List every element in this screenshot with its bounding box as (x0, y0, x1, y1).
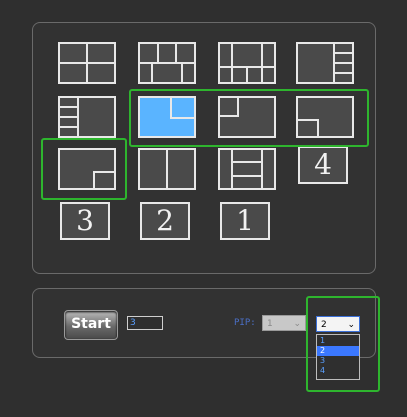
start-button[interactable]: Start (64, 310, 118, 340)
layout-number-tile-3[interactable]: 3 (60, 202, 110, 240)
sub-window-options-list: 1 2 3 4 (316, 334, 360, 380)
chevron-down-icon: ⌄ (293, 319, 301, 329)
dropdown-option[interactable]: 3 (317, 356, 359, 366)
pip-select[interactable]: 1 ⌄ (262, 315, 306, 331)
layout-split-vertical-tile[interactable] (138, 148, 196, 190)
layout-number-tile-4[interactable]: 4 (298, 146, 348, 184)
layout-pip-top-left-tile[interactable] (218, 96, 276, 138)
chevron-down-icon: ⌄ (347, 320, 355, 330)
layout-number-tile-2[interactable]: 2 (140, 202, 190, 240)
layout-2x2-tile[interactable] (58, 42, 116, 84)
dropdown-option[interactable]: 1 (317, 336, 359, 346)
sub-window-select-value: 2 (321, 320, 327, 330)
layout-center-column-tile[interactable] (218, 148, 276, 190)
count-input[interactable]: 3 (127, 316, 163, 330)
dropdown-option-selected[interactable]: 2 (317, 346, 359, 356)
layout-3-over-3-tile[interactable] (138, 42, 196, 84)
layout-big-left-side-stack-tile[interactable] (296, 42, 354, 84)
layout-pip-bottom-right-tile[interactable] (58, 148, 116, 190)
dropdown-option[interactable]: 4 (317, 366, 359, 376)
layout-pip-bottom-left-tile[interactable] (296, 96, 354, 138)
pip-select-value: 1 (267, 319, 273, 329)
layout-number-tile-1[interactable]: 1 (220, 202, 270, 240)
layout-pip-top-right-selected-tile[interactable] (138, 96, 196, 138)
layout-side-stack-big-right-tile[interactable] (58, 96, 116, 138)
pip-label: PIP: (234, 318, 256, 328)
layout-big-plus-bottom-tile[interactable] (218, 42, 276, 84)
sub-window-select[interactable]: 2 ⌄ (316, 316, 360, 332)
